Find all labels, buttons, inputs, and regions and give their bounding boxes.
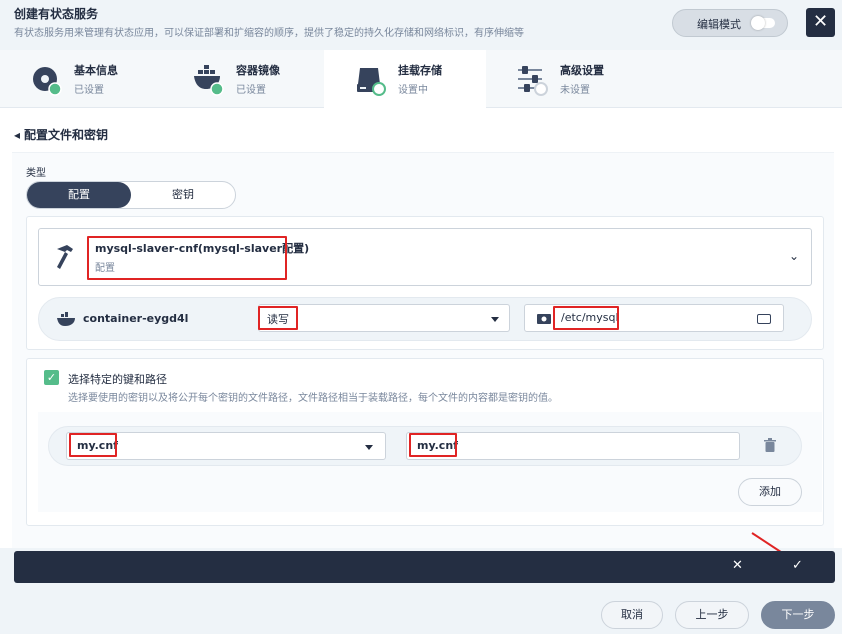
specific-keys-label: 选择特定的键和路径	[68, 373, 167, 386]
step-basic-info[interactable]: 基本信息 已设置	[0, 50, 162, 108]
step-status: 未设置	[560, 85, 590, 96]
wizard-steps: 基本信息 已设置 容器镜像 已设置 挂载存储 设置中 高级设置 未设置	[0, 50, 842, 108]
next-step-button[interactable]: 下一步	[761, 601, 835, 629]
edit-mode-toggle[interactable]: 编辑模式	[672, 9, 788, 37]
docker-icon	[57, 312, 75, 326]
hammer-icon	[57, 245, 73, 269]
type-option-secret[interactable]: 密钥	[131, 182, 235, 208]
cancel-button[interactable]: 取消	[601, 601, 663, 629]
step-title: 容器镜像	[236, 64, 280, 77]
toggle-switch-icon	[751, 16, 775, 30]
caret-down-icon	[491, 317, 499, 322]
highlight-box	[69, 433, 117, 457]
sliders-icon	[518, 66, 548, 96]
dialog-description: 有状态服务用来管理有状态应用，可以保证部署和扩缩容的顺序，提供了稳定的持久化存储…	[14, 28, 524, 39]
mount-confirm-bar: ✕ ✓	[14, 551, 835, 583]
keyboard-icon[interactable]	[757, 314, 771, 324]
step-status: 已设置	[74, 85, 104, 96]
step-status: 已设置	[236, 85, 266, 96]
trash-icon[interactable]	[764, 438, 776, 452]
back-arrow-icon: ◂	[14, 128, 21, 142]
disc-icon	[33, 67, 62, 96]
close-button[interactable]: ✕	[806, 8, 835, 37]
add-key-button[interactable]: 添加	[738, 478, 802, 506]
caret-down-icon	[365, 445, 373, 450]
docker-icon	[194, 65, 224, 96]
step-advanced-settings[interactable]: 高级设置 未设置	[486, 50, 648, 108]
highlight-box	[87, 236, 287, 280]
specific-keys-checkbox[interactable]: ✓	[44, 370, 59, 385]
chevron-down-icon[interactable]: ⌄	[789, 249, 799, 263]
type-label: 类型	[26, 168, 46, 179]
step-mount-storage[interactable]: 挂载存储 设置中	[324, 50, 486, 108]
highlight-box	[258, 306, 298, 330]
highlight-box	[409, 433, 457, 457]
highlight-box	[553, 306, 619, 330]
type-segmented-control: 配置 密钥	[26, 181, 236, 209]
cancel-mount-icon[interactable]: ✕	[732, 558, 743, 573]
storage-drive-icon	[357, 68, 386, 96]
edit-mode-label: 编辑模式	[697, 18, 741, 31]
back-link[interactable]: ◂ 配置文件和密钥	[14, 126, 108, 143]
step-container-image[interactable]: 容器镜像 已设置	[162, 50, 324, 108]
type-option-config[interactable]: 配置	[27, 182, 131, 208]
back-label: 配置文件和密钥	[24, 128, 109, 142]
step-status: 设置中	[398, 85, 428, 96]
dialog-title: 创建有状态服务	[14, 7, 99, 21]
specific-keys-description: 选择要使用的密钥以及将公开每个密钥的文件路径，文件路径相当于装载路径，每个文件的…	[68, 393, 558, 404]
dialog-header: 创建有状态服务 有状态服务用来管理有状态应用，可以保证部署和扩缩容的顺序，提供了…	[0, 0, 842, 50]
folder-gear-icon	[537, 314, 551, 324]
container-name: container-eygd4l	[83, 312, 189, 325]
step-title: 基本信息	[74, 64, 118, 77]
confirm-mount-icon[interactable]: ✓	[792, 558, 803, 573]
step-title: 挂载存储	[398, 64, 442, 77]
step-title: 高级设置	[560, 64, 604, 77]
previous-step-button[interactable]: 上一步	[675, 601, 749, 629]
